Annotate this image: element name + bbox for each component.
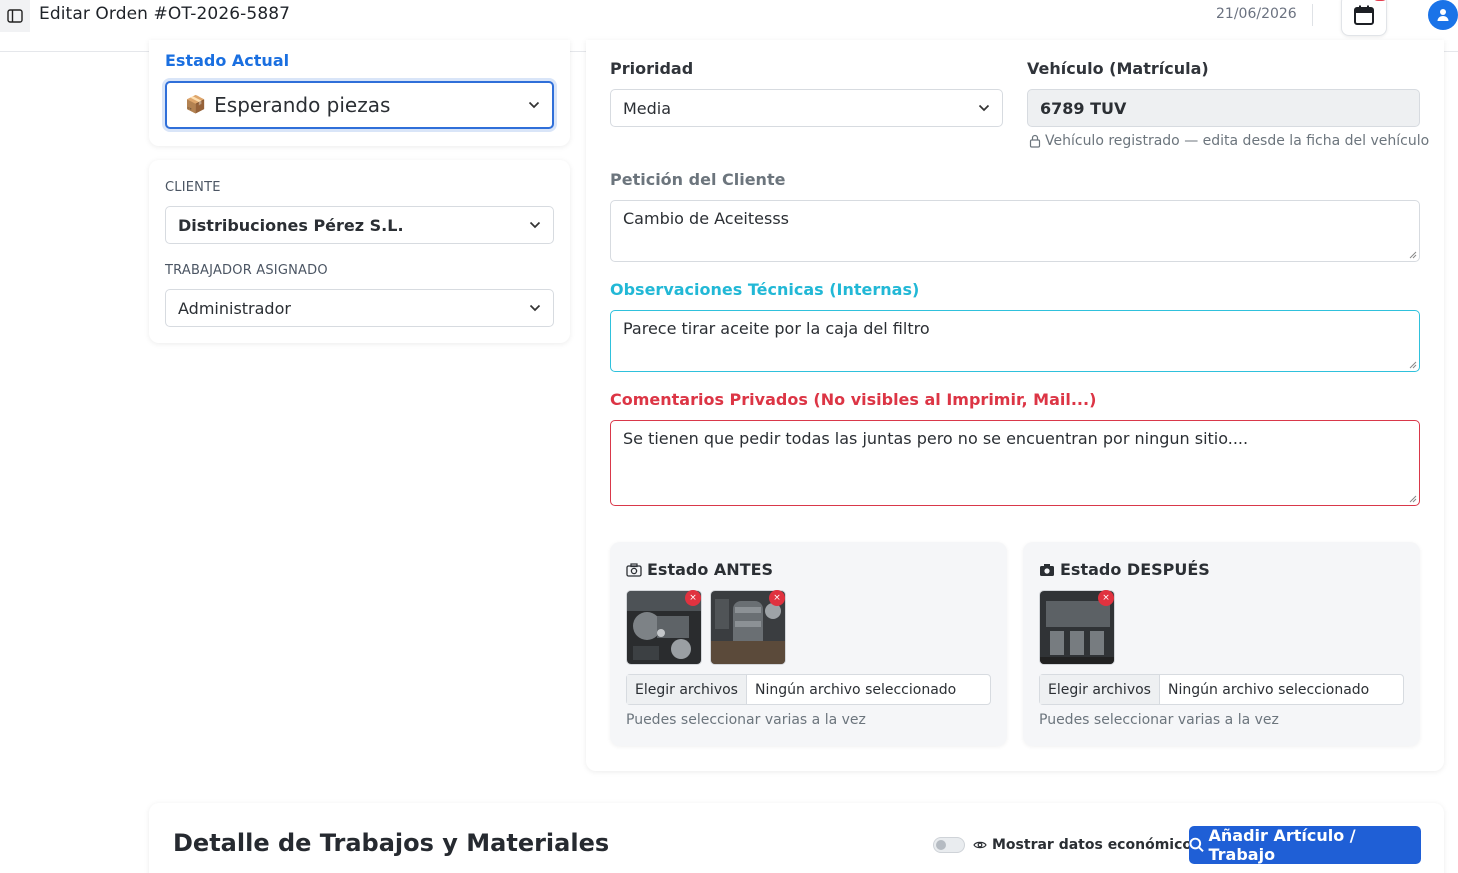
vehicle-hint-text: Vehículo registrado — edita desde la fic…	[1045, 133, 1430, 149]
add-item-button-label: Añadir Artículo / Trabajo	[1208, 826, 1356, 864]
economic-data-label: Mostrar datos económicos	[973, 837, 1200, 853]
economic-data-label-text: Mostrar datos económicos	[992, 837, 1201, 853]
worker-value: Administrador	[178, 298, 291, 318]
sidebar-toggle-button[interactable]	[0, 0, 30, 32]
tech-notes-text: Parece tirar aceite por la caja del filt…	[623, 319, 930, 338]
vehicle-value: 6789 TUV	[1040, 98, 1127, 118]
tech-notes-textarea[interactable]: Parece tirar aceite por la caja del filt…	[610, 310, 1420, 372]
choose-files-button[interactable]: Elegir archivos	[1040, 675, 1160, 704]
economic-data-toggle[interactable]	[933, 837, 965, 853]
file-status: Ningún archivo seleccionado	[1167, 681, 1370, 698]
client-value: Distribuciones Pérez S.L.	[178, 215, 404, 235]
user-icon	[1437, 9, 1449, 21]
tech-notes-label: Observaciones Técnicas (Internas)	[610, 280, 920, 299]
photos-before-title-text: Estado ANTES	[647, 560, 774, 579]
user-avatar[interactable]	[1428, 0, 1458, 30]
eye-icon	[973, 841, 987, 849]
lock-icon	[1029, 134, 1041, 148]
request-textarea[interactable]: Cambio de Aceitesss	[610, 200, 1420, 262]
vehicle-field: 6789 TUV	[1027, 89, 1420, 127]
file-status: Ningún archivo seleccionado	[754, 681, 957, 698]
works-title: Detalle de Trabajos y Materiales	[173, 829, 610, 857]
chevron-down-icon	[978, 104, 990, 112]
page-title: Editar Orden #OT-2026-5887	[39, 4, 291, 24]
camera-outline-icon	[626, 562, 642, 577]
header-divider	[1312, 4, 1313, 26]
request-label: Petición del Cliente	[610, 170, 786, 189]
delete-photo-button[interactable]: ×	[1098, 590, 1114, 606]
priority-value: Media	[623, 98, 672, 118]
search-icon	[1189, 837, 1204, 852]
toggle-knob	[936, 840, 946, 850]
private-comments-label: Comentarios Privados (No visibles al Imp…	[610, 390, 1097, 409]
chevron-down-icon	[529, 221, 541, 229]
photos-before-file-input[interactable]: Elegir archivos Ningún archivo seleccion…	[626, 674, 991, 705]
photos-after-title-text: Estado DESPUÉS	[1060, 560, 1210, 579]
chevron-down-icon	[528, 101, 540, 109]
private-comments-text: Se tienen que pedir todas las juntas per…	[623, 429, 1249, 448]
photos-after-title: Estado DESPUÉS	[1039, 560, 1210, 579]
resize-grip-icon	[1409, 495, 1417, 503]
private-comments-textarea[interactable]: Se tienen que pedir todas las juntas per…	[610, 420, 1420, 506]
resize-grip-icon	[1409, 361, 1417, 369]
delete-photo-button[interactable]: ×	[769, 590, 785, 606]
photos-after-hint: Puedes seleccionar varias a la vez	[1039, 712, 1279, 728]
resize-grip-icon	[1409, 251, 1417, 259]
client-select[interactable]: Distribuciones Pérez S.L.	[165, 206, 554, 244]
client-label: CLIENTE	[165, 180, 221, 195]
photos-before-hint: Puedes seleccionar varias a la vez	[626, 712, 866, 728]
status-label: Estado Actual	[165, 51, 290, 70]
package-icon: 📦	[185, 95, 207, 115]
priority-label: Prioridad	[610, 59, 694, 78]
status-value: Esperando piezas	[214, 93, 391, 117]
vehicle-hint: Vehículo registrado — edita desde la fic…	[1029, 133, 1429, 149]
choose-files-button[interactable]: Elegir archivos	[627, 675, 747, 704]
photos-before-title: Estado ANTES	[626, 560, 773, 579]
delete-photo-button[interactable]: ×	[685, 590, 701, 606]
current-date: 21/06/2026	[1216, 6, 1297, 22]
priority-select[interactable]: Media	[610, 89, 1003, 127]
photos-after-file-input[interactable]: Elegir archivos Ningún archivo seleccion…	[1039, 674, 1404, 705]
sidebar-toggle-icon	[7, 9, 23, 23]
worker-select[interactable]: Administrador	[165, 289, 554, 327]
status-select[interactable]: 📦 Esperando piezas	[165, 81, 554, 129]
request-text: Cambio de Aceitesss	[623, 209, 789, 228]
add-item-button[interactable]: Añadir Artículo / Trabajo	[1189, 826, 1421, 864]
calendar-button[interactable]	[1341, 0, 1388, 36]
camera-filled-icon	[1040, 563, 1054, 576]
worker-label: TRABAJADOR ASIGNADO	[165, 263, 328, 278]
vehicle-label: Vehículo (Matrícula)	[1027, 59, 1209, 78]
calendar-icon	[1354, 5, 1374, 25]
notification-badge	[1372, 0, 1388, 1]
chevron-down-icon	[529, 304, 541, 312]
